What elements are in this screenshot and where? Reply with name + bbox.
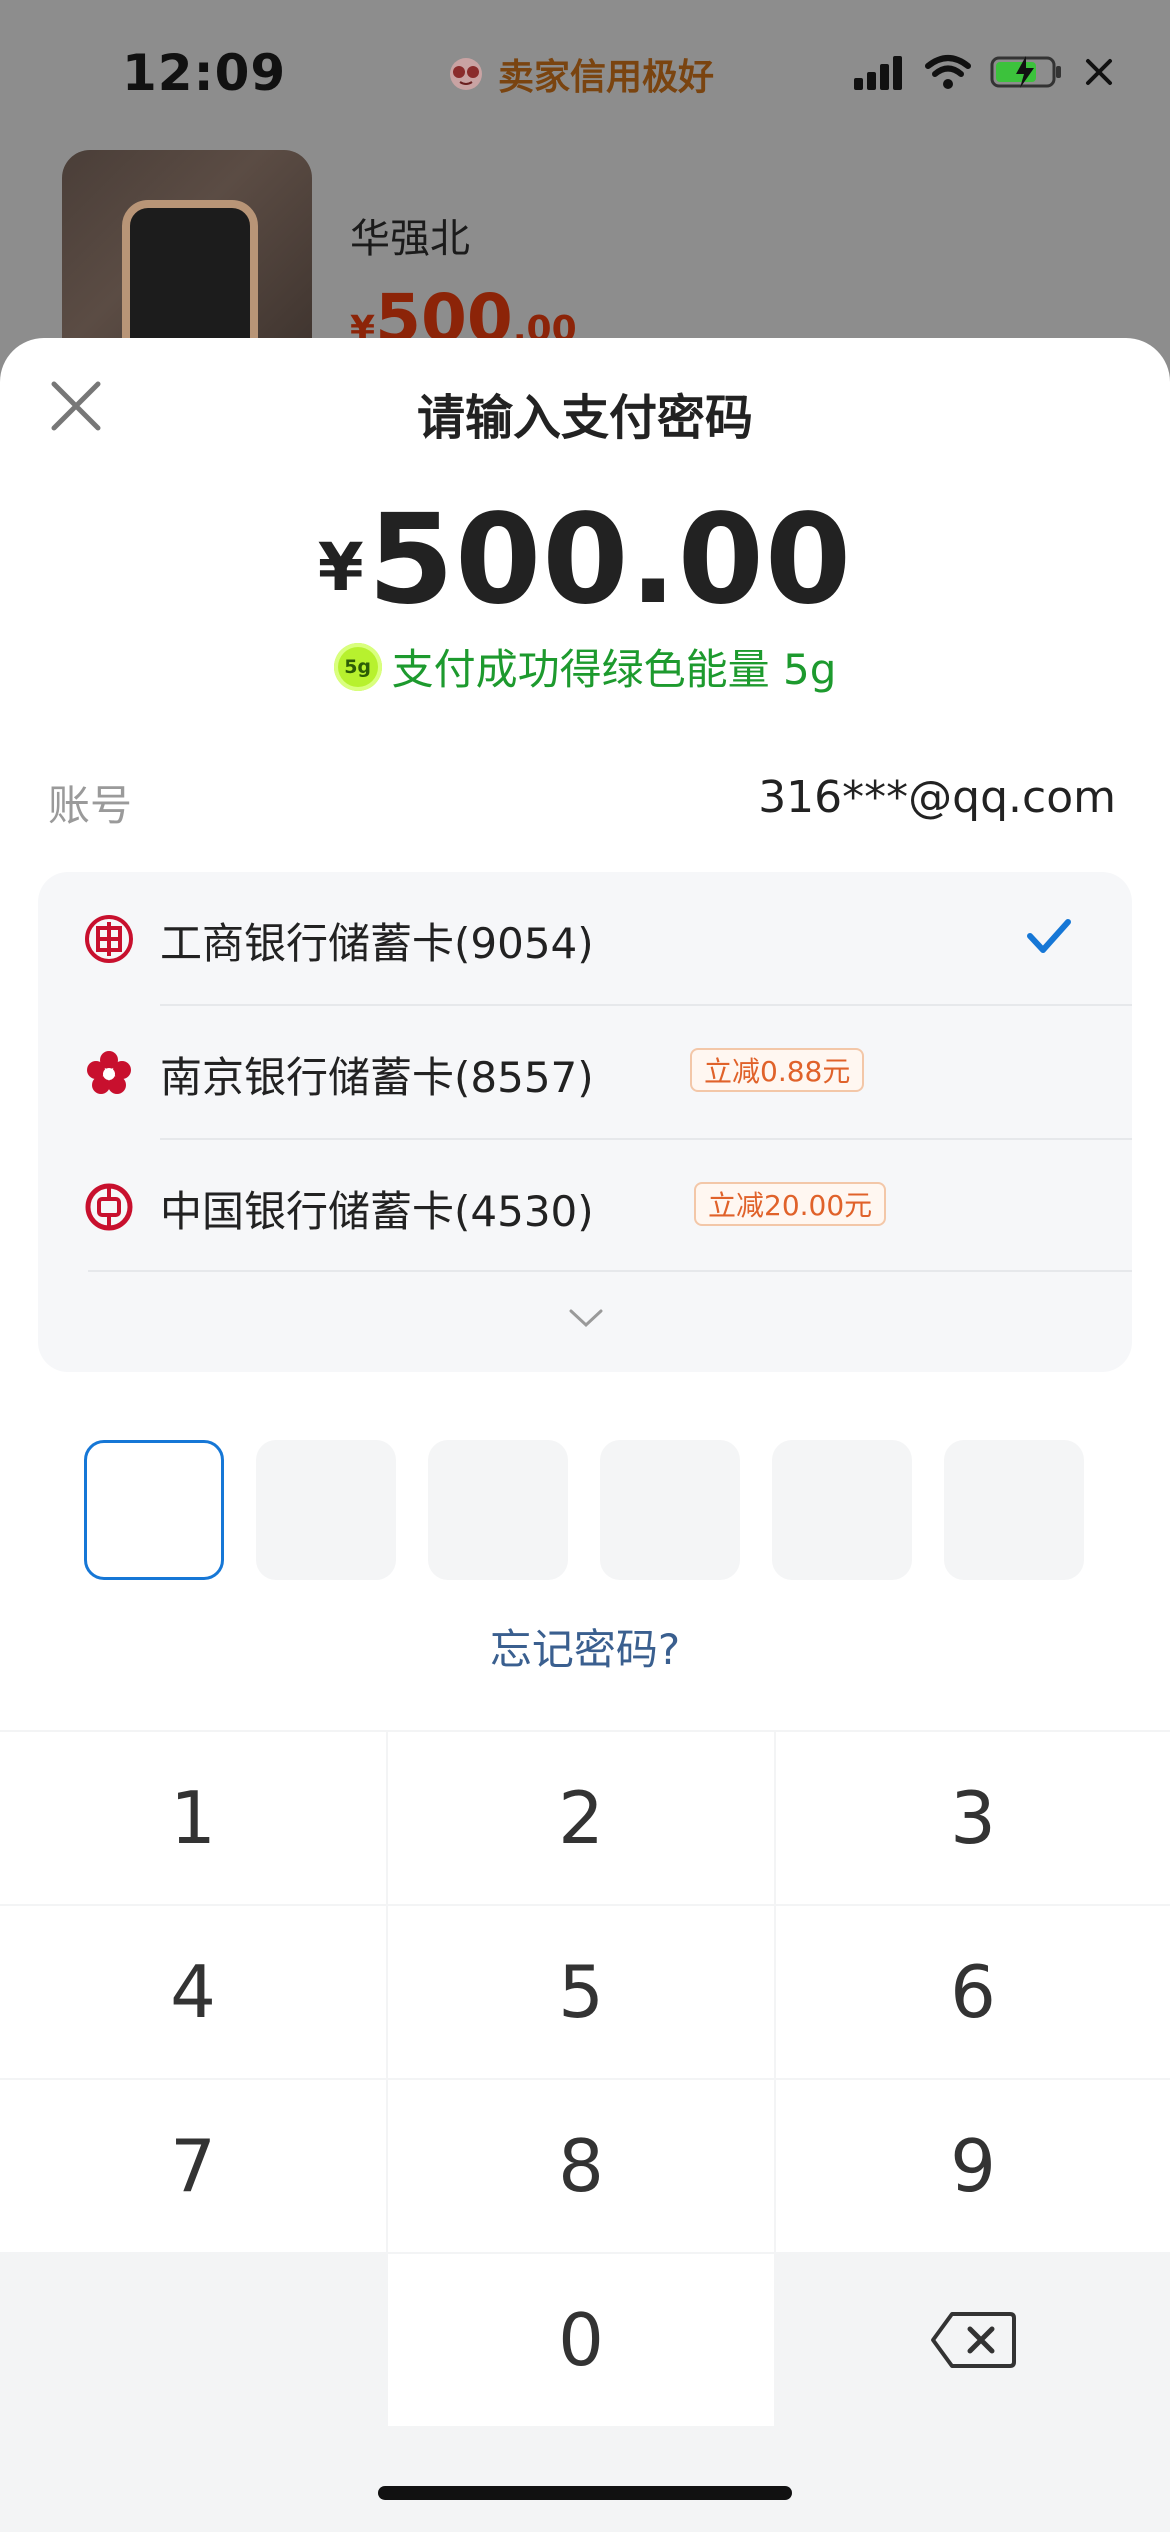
amount-value: 500.00 <box>367 488 853 632</box>
key-1[interactable]: 1 <box>0 1732 386 1904</box>
key-5[interactable]: 5 <box>388 1906 774 2078</box>
green-energy-icon: 5g <box>333 642 382 691</box>
account-value: 316***@qq.com <box>758 772 1116 823</box>
green-energy-text: 支付成功得绿色能量 5g <box>391 645 837 694</box>
numeric-keypad: 1 2 3 4 5 6 7 8 9 0 <box>0 1730 1170 2532</box>
key-3[interactable]: 3 <box>776 1732 1170 1904</box>
discount-badge: 立减20.00元 <box>694 1182 887 1226</box>
icbc-logo-icon <box>85 915 133 963</box>
green-energy-reward: 5g 支付成功得绿色能量 5g <box>0 636 1170 697</box>
payment-screen: 12:09 卖家信用极好 华强北 ¥500.00 请输入支付密码 ¥500.00… <box>0 0 1170 2532</box>
seller-face-icon <box>450 58 482 90</box>
pin-digit-box[interactable] <box>428 1440 568 1580</box>
pin-digit-box[interactable] <box>600 1440 740 1580</box>
backspace-icon <box>931 2312 1016 2368</box>
key-9[interactable]: 9 <box>776 2080 1170 2252</box>
battery-charging-icon <box>990 56 1061 88</box>
status-time: 12:09 <box>122 44 287 102</box>
pin-digit-box[interactable] <box>944 1440 1084 1580</box>
key-2[interactable]: 2 <box>388 1732 774 1904</box>
forgot-password-link[interactable]: 忘记密码? <box>0 1616 1170 1677</box>
key-0[interactable]: 0 <box>388 2254 774 2426</box>
card-option-bank-of-nanjing[interactable]: 南京银行储蓄卡(8557) 立减0.88元 <box>38 1006 1132 1138</box>
status-bar: 12:09 卖家信用极好 <box>0 0 1170 150</box>
pin-digit-box[interactable] <box>84 1440 224 1580</box>
seller-credit-badge: 卖家信用极好 <box>446 48 714 100</box>
home-indicator[interactable] <box>378 2486 792 2500</box>
chevron-down-icon <box>569 1309 603 1328</box>
payment-card-list: 工商银行储蓄卡(9054) 南京银行储蓄卡(8557) 立减0.88元 中国银行… <box>38 872 1132 1372</box>
wifi-icon <box>925 55 971 89</box>
pin-digit-box[interactable] <box>256 1440 396 1580</box>
expand-more-cards-button[interactable] <box>38 1272 1132 1372</box>
payment-amount: ¥500.00 <box>0 488 1170 632</box>
backspace-key[interactable] <box>776 2254 1170 2426</box>
key-6[interactable]: 6 <box>776 1906 1170 2078</box>
bank-of-china-logo-icon <box>85 1183 133 1231</box>
close-button[interactable] <box>48 378 104 434</box>
bank-of-nanjing-logo-icon <box>87 1051 131 1094</box>
key-7[interactable]: 7 <box>0 2080 386 2252</box>
product-title: 华强北 <box>350 216 470 262</box>
seller-credit-text: 卖家信用极好 <box>498 57 715 98</box>
close-small-icon <box>1086 59 1112 85</box>
amount-currency: ¥ <box>317 529 364 606</box>
card-option-icbc[interactable]: 工商银行储蓄卡(9054) <box>38 872 1132 1004</box>
password-input[interactable] <box>84 1440 1084 1580</box>
card-name: 南京银行储蓄卡(8557) <box>160 1053 594 1102</box>
card-name: 中国银行储蓄卡(4530) <box>160 1187 594 1236</box>
key-8[interactable]: 8 <box>388 2080 774 2252</box>
card-name: 工商银行储蓄卡(9054) <box>160 919 594 968</box>
close-icon <box>51 381 101 431</box>
status-icons <box>854 52 1114 92</box>
discount-badge: 立减0.88元 <box>690 1048 865 1092</box>
selected-check-icon <box>1027 919 1071 953</box>
sheet-title: 请输入支付密码 <box>416 390 753 446</box>
key-blank <box>0 2254 386 2426</box>
pin-digit-box[interactable] <box>772 1440 912 1580</box>
cellular-signal-icon <box>854 54 906 90</box>
key-4[interactable]: 4 <box>0 1906 386 2078</box>
account-label: 账号 <box>48 781 133 830</box>
card-option-bank-of-china[interactable]: 中国银行储蓄卡(4530) 立减20.00元 <box>38 1140 1132 1272</box>
